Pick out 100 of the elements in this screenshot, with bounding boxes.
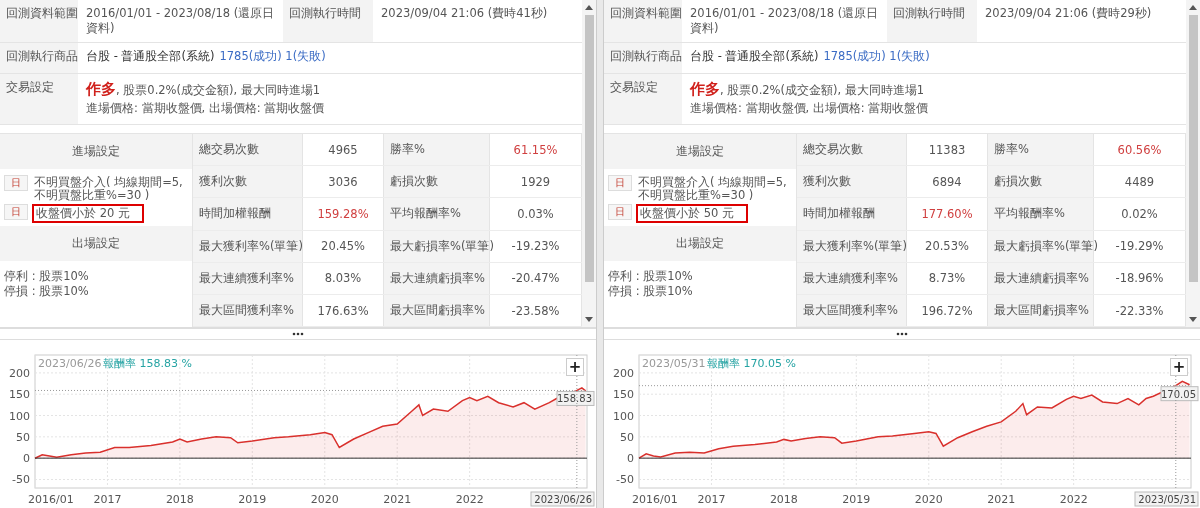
period-badge: 日 bbox=[4, 204, 28, 220]
stat-label: 平均報酬率% bbox=[988, 198, 1094, 230]
trade-prices: 進場價格: 當期收盤價, 出場價格: 當期收盤價 bbox=[690, 101, 930, 116]
stat-label: 總交易次數 bbox=[193, 134, 303, 166]
stat-label: 最大區間虧損率% bbox=[988, 294, 1094, 327]
stat-label: 最大連續獲利率% bbox=[797, 262, 907, 294]
trade-detail: , 股票0.2%(成交金額), 最大同時進場1 bbox=[116, 83, 321, 98]
stat-label: 時間加權報酬 bbox=[193, 198, 303, 230]
entry-condition: 收盤價小於 50 元 bbox=[636, 204, 748, 223]
stat-label: 最大獲利率%(單筆) bbox=[193, 230, 303, 262]
field-value: 台股 - 普通股全部(系統) bbox=[86, 49, 215, 64]
trade-prices: 進場價格: 當期收盤價, 出場價格: 當期收盤價 bbox=[86, 101, 326, 116]
trade-direction: 作多 bbox=[86, 80, 116, 99]
field-label: 交易設定 bbox=[604, 74, 682, 124]
exit-condition: 停利 : 股票10% bbox=[608, 269, 694, 284]
field-value: 2016/01/01 - 2023/08/18 (還原日資料) bbox=[85, 5, 276, 37]
field-label: 回測執行時間 bbox=[887, 0, 977, 42]
x-tick-label: 2017 bbox=[697, 493, 726, 506]
x-tick-label: 2018 bbox=[769, 493, 798, 506]
x-tick-label: 2016/01 bbox=[632, 493, 678, 506]
product-count: 1785(成功) 1(失敗) bbox=[823, 49, 930, 64]
scrollbar[interactable] bbox=[582, 0, 596, 328]
stat-label: 勝率% bbox=[988, 134, 1094, 166]
y-tick-label: 0 bbox=[627, 452, 634, 466]
y-tick-label: 150 bbox=[613, 388, 634, 402]
x-tick-label: 2020 bbox=[310, 493, 339, 506]
field-value: 2023/09/04 21:06 (費時41秒) bbox=[380, 5, 549, 22]
field-value: 2023/09/04 21:06 (費時29秒) bbox=[984, 5, 1153, 22]
y-tick-label: -50 bbox=[616, 473, 634, 487]
stat-label: 最大連續虧損率% bbox=[384, 262, 490, 294]
zoom-button[interactable]: + bbox=[1170, 358, 1188, 376]
scroll-down-icon[interactable] bbox=[585, 317, 593, 323]
section-header: 進場設定 bbox=[0, 134, 192, 169]
x-tick-label: 2018 bbox=[165, 493, 194, 506]
field-label: 回測執行商品 bbox=[604, 43, 682, 73]
tooltip-date: 2023/06/26 bbox=[38, 357, 102, 370]
x-tick-label: 2022 bbox=[455, 493, 484, 506]
value-tag: 170.05 bbox=[1160, 386, 1199, 402]
grip-icon[interactable] bbox=[896, 332, 908, 337]
x-tick-label: 2019 bbox=[238, 493, 267, 506]
scroll-up-icon[interactable] bbox=[585, 5, 593, 10]
y-tick-label: 50 bbox=[620, 430, 634, 444]
stat-label: 最大連續獲利率% bbox=[193, 262, 303, 294]
x-tick-label: 2019 bbox=[842, 493, 871, 506]
field-label: 交易設定 bbox=[0, 74, 78, 124]
trade-direction: 作多 bbox=[690, 80, 720, 99]
scroll-down-icon[interactable] bbox=[1189, 317, 1197, 323]
exit-condition: 停利 : 股票10% bbox=[4, 269, 90, 284]
section-header: 進場設定 bbox=[604, 134, 796, 169]
x-tick-label: 2021 bbox=[987, 493, 1016, 506]
tooltip-date: 2023/05/31 bbox=[642, 357, 706, 370]
date-tag: 2023/06/26 bbox=[530, 491, 595, 507]
period-badge: 日 bbox=[608, 204, 632, 220]
tooltip-value: 報酬率 158.83 % bbox=[103, 357, 192, 370]
x-tick-label: 2016/01 bbox=[28, 493, 74, 506]
grip-icon[interactable] bbox=[292, 332, 304, 337]
entry-condition: 不明買盤介入( 均線期間=5, 不明買盤比重%=30 ) bbox=[33, 175, 184, 203]
stat-label: 虧損次數 bbox=[384, 166, 490, 198]
stat-label: 虧損次數 bbox=[988, 166, 1094, 198]
stat-label: 最大獲利率%(單筆) bbox=[797, 230, 907, 262]
x-tick-label: 2021 bbox=[383, 493, 412, 506]
y-tick-label: 50 bbox=[16, 430, 30, 444]
date-tag: 2023/05/31 bbox=[1134, 491, 1199, 507]
ref-line-label: 2023/06/26 bbox=[534, 494, 592, 505]
y-tick-label: 0 bbox=[23, 452, 30, 466]
stat-label: 平均報酬率% bbox=[384, 198, 490, 230]
zoom-button[interactable]: + bbox=[566, 358, 584, 376]
trade-detail: , 股票0.2%(成交金額), 最大同時進場1 bbox=[720, 83, 925, 98]
x-tick-label: 2020 bbox=[914, 493, 943, 506]
tooltip-value: 報酬率 170.05 % bbox=[707, 357, 796, 370]
field-label: 回測執行時間 bbox=[283, 0, 373, 42]
field-value: 2016/01/01 - 2023/08/18 (還原日資料) bbox=[689, 5, 880, 37]
stat-label: 最大區間獲利率% bbox=[193, 294, 303, 327]
scroll-thumb[interactable] bbox=[584, 15, 594, 283]
scrollbar[interactable] bbox=[1186, 0, 1200, 328]
stat-label: 獲利次數 bbox=[797, 166, 907, 198]
stat-label: 最大連續虧損率% bbox=[988, 262, 1094, 294]
stat-label: 最大區間虧損率% bbox=[384, 294, 490, 327]
stat-label: 最大區間獲利率% bbox=[797, 294, 907, 327]
y-tick-label: 150 bbox=[9, 388, 30, 402]
scroll-up-icon[interactable] bbox=[1189, 5, 1197, 10]
x-tick-label: 2022 bbox=[1059, 493, 1088, 506]
field-label: 回測資料範圍 bbox=[0, 0, 78, 42]
y-tick-label: 100 bbox=[613, 409, 634, 423]
section-header: 出場設定 bbox=[604, 226, 796, 261]
value-tag: 158.83 bbox=[556, 390, 595, 406]
section-header: 出場設定 bbox=[0, 226, 192, 261]
scroll-thumb[interactable] bbox=[1188, 15, 1198, 283]
field-value: 台股 - 普通股全部(系統) bbox=[690, 49, 819, 64]
product-count: 1785(成功) 1(失敗) bbox=[219, 49, 326, 64]
period-badge: 日 bbox=[608, 175, 632, 191]
y-tick-label: 200 bbox=[613, 366, 634, 380]
y-tick-label: 200 bbox=[9, 366, 30, 380]
exit-condition: 停損 : 股票10% bbox=[608, 284, 694, 299]
stat-label: 勝率% bbox=[384, 134, 490, 166]
period-badge: 日 bbox=[4, 175, 28, 191]
entry-condition: 不明買盤介入( 均線期間=5, 不明買盤比重%=30 ) bbox=[637, 175, 788, 203]
y-tick-label: 100 bbox=[9, 409, 30, 423]
entry-condition: 收盤價小於 20 元 bbox=[32, 204, 144, 223]
field-label: 回測執行商品 bbox=[0, 43, 78, 73]
